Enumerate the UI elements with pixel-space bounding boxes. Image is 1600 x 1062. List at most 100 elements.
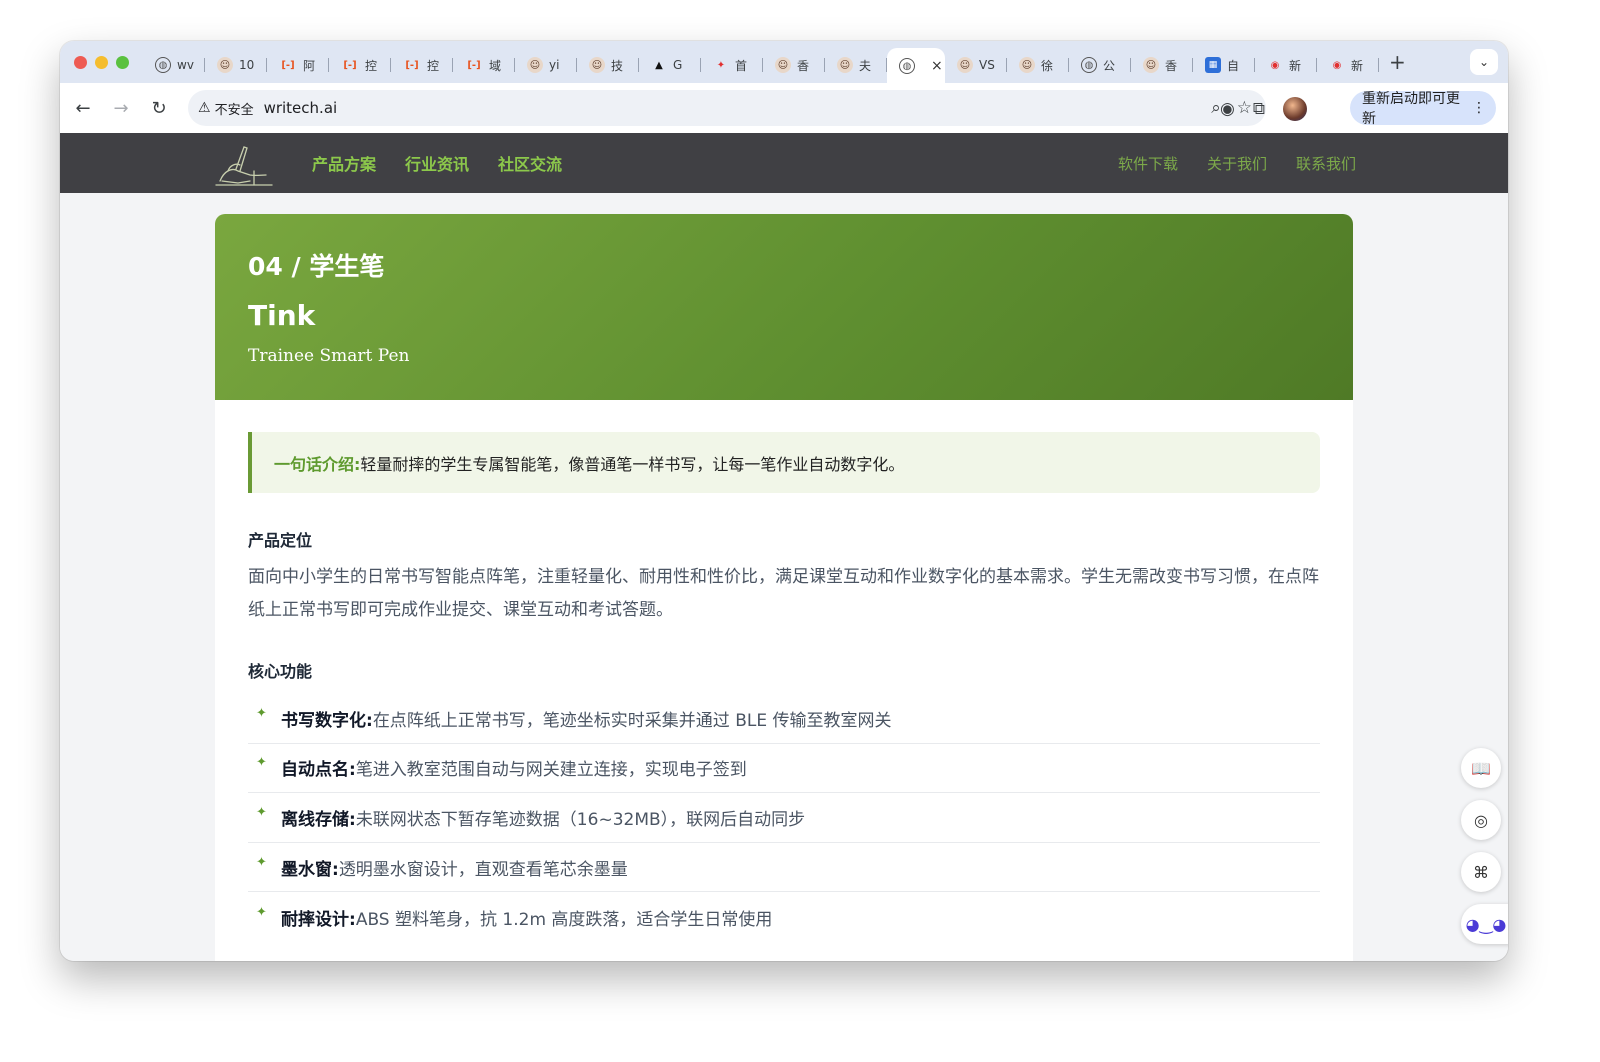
sparkle-icon: ✦ <box>256 755 267 771</box>
maximize-window-button[interactable] <box>116 55 129 69</box>
feature-list: ✦ 书写数字化: 在点阵纸上正常书写，笔迹坐标实时采集并通过 BLE 传输至教室网关… <box>248 694 1320 942</box>
tab-label: 香 <box>797 58 810 73</box>
browser-tab[interactable]: ◍ wv <box>143 49 205 81</box>
nav-link[interactable]: 联系我们 <box>1296 153 1356 174</box>
feature-item: ✦ 墨水窗: 透明墨水窗设计，直观查看笔芯余墨量 <box>248 843 1320 893</box>
globe-icon: ◍ <box>155 57 171 73</box>
book-icon[interactable]: 📖 <box>1461 748 1501 788</box>
address-bar[interactable]: ⚠ 不安全 writech.ai ⌕ ☆ <box>188 90 1266 126</box>
tab-label: 夫 <box>859 58 872 73</box>
nav-link[interactable]: 产品方案 <box>312 151 376 175</box>
flame-icon: ✦ <box>716 59 726 71</box>
product-name: Tink <box>248 299 316 332</box>
globe-icon: ◍ <box>899 58 915 74</box>
browser-tab[interactable]: ▲ G <box>639 49 701 81</box>
sparkle-icon: ✦ <box>256 904 267 920</box>
browser-tab[interactable]: ☺ yi <box>515 49 577 81</box>
browser-tab[interactable]: ☺ 香 <box>763 49 825 81</box>
back-arrow-icon[interactable]: ← <box>64 98 102 119</box>
tab-label: 自 <box>1227 58 1240 73</box>
logo-hand-writing-icon[interactable] <box>210 141 276 187</box>
browser-tab[interactable]: ☺ 徐 <box>1007 49 1069 81</box>
browser-tab[interactable]: ◍ 公 <box>1069 49 1131 81</box>
nav-link[interactable]: 社区交流 <box>498 151 562 175</box>
avatar-icon: ☺ <box>589 57 605 73</box>
browser-tab[interactable]: ◉ 新 <box>1255 49 1317 81</box>
close-window-button[interactable] <box>74 55 87 69</box>
security-label: 不安全 <box>214 102 254 118</box>
tab-strip: ◍ wv ☺ 10 [-] 阿 [-] 控 [-] 控 [-] 域 ☺ yi ☺ 技 ▲ G ✦ 首 ☺ 香 ☺ 夫 ◍ × ☺ VS… <box>60 41 1508 84</box>
feature-item: ✦ 自动点名: 笔进入教室范围自动与网关建立连接，实现电子签到 <box>248 744 1320 794</box>
extensions-puzzle-icon[interactable]: ⧉ <box>1253 99 1265 119</box>
tab-search-chevron-icon[interactable]: ⌄ <box>1470 49 1498 75</box>
browser-tab[interactable]: ☺ 夫 <box>825 49 887 81</box>
page-content: 04 / 学生笔 Tink Trainee Smart Pen 一句话介绍: 轻… <box>60 193 1508 961</box>
site-navbar: 产品方案 行业资讯 社区交流 软件下载 关于我们 联系我们 <box>60 133 1508 193</box>
new-tab-plus-icon[interactable]: + <box>1389 50 1406 74</box>
browser-tab[interactable]: ◉ 新 <box>1317 49 1379 81</box>
window-controls <box>74 55 129 69</box>
browser-tab[interactable]: [-] 控 <box>329 49 391 81</box>
nav-link[interactable]: 软件下载 <box>1118 153 1178 174</box>
intro-text: 轻量耐摔的学生专属智能笔，像普通笔一样书写，让每一笔作业自动数字化。 <box>360 454 905 474</box>
avatar-icon: ☺ <box>957 57 973 73</box>
broadcast-icon[interactable]: ◎ <box>1461 800 1501 840</box>
bracket-icon: [-] <box>405 59 419 71</box>
features-heading: 核心功能 <box>248 662 313 681</box>
update-button[interactable]: 重新启动即可更新 ⋮ <box>1350 91 1496 127</box>
browser-tab[interactable]: [-] 控 <box>391 49 453 81</box>
browser-tab[interactable]: ☺ 香 <box>1131 49 1193 81</box>
product-card: 04 / 学生笔 Tink Trainee Smart Pen 一句话介绍: 轻… <box>215 214 1353 961</box>
feature-title: 耐摔设计: <box>281 909 356 930</box>
nav-link[interactable]: 行业资讯 <box>405 151 469 175</box>
weibo-icon: ◉ <box>1270 59 1280 71</box>
avatar-icon: ☺ <box>1019 57 1035 73</box>
tab-label: 阿 <box>303 58 316 73</box>
reload-icon[interactable]: ↻ <box>140 98 178 119</box>
browser-tab[interactable]: ▦ 自 <box>1193 49 1255 81</box>
url-text[interactable]: writech.ai <box>264 99 338 117</box>
triangle-icon: ▲ <box>655 59 663 71</box>
browser-tab[interactable]: [-] 阿 <box>267 49 329 81</box>
minimize-window-button[interactable] <box>95 55 108 69</box>
sparkle-icon: ✦ <box>256 854 267 870</box>
feature-text: ABS 塑料笔身，抗 1.2m 高度跌落，适合学生日常使用 <box>355 909 773 930</box>
tab-label: 技 <box>611 58 624 73</box>
tab-label: 控 <box>427 58 440 73</box>
floating-toolbar: 📖 ◎ ⌘ ◕‿◕ <box>1461 748 1508 944</box>
browser-tab[interactable]: ☺ 技 <box>577 49 639 81</box>
apps-grid-icon[interactable]: ⌘ <box>1461 852 1501 892</box>
browser-tab[interactable]: ◍ × <box>887 48 945 84</box>
tab-label: 控 <box>365 58 378 73</box>
more-vert-icon[interactable]: ⋮ <box>1472 100 1486 116</box>
product-subtitle: Trainee Smart Pen <box>248 346 410 366</box>
tab-close-icon[interactable]: × <box>931 58 943 74</box>
profile-avatar[interactable] <box>1282 97 1307 121</box>
tab-label: 域 <box>489 58 502 73</box>
browser-window: ◍ wv ☺ 10 [-] 阿 [-] 控 [-] 控 [-] 域 ☺ yi ☺ 技 ▲ G ✦ 首 ☺ 香 ☺ 夫 ◍ × ☺ VS… <box>60 41 1508 961</box>
tab-label: yi <box>549 58 560 72</box>
avatar-icon: ☺ <box>837 57 853 73</box>
weibo-icon: ◉ <box>1332 59 1342 71</box>
product-hero: 04 / 学生笔 Tink Trainee Smart Pen <box>215 214 1353 400</box>
feature-item: ✦ 书写数字化: 在点阵纸上正常书写，笔迹坐标实时采集并通过 BLE 传输至教室网关 <box>248 694 1320 744</box>
browser-tab[interactable]: ☺ VS <box>945 49 1007 81</box>
tab-label: G <box>673 58 683 72</box>
intro-label: 一句话介绍: <box>274 454 361 474</box>
browser-tab[interactable]: ☺ 10 <box>205 49 267 81</box>
extension-robot-icon[interactable]: ◉ <box>1220 99 1235 119</box>
nav-link[interactable]: 关于我们 <box>1207 153 1267 174</box>
avatar-icon: ☺ <box>775 57 791 73</box>
assistant-robot-icon[interactable]: ◕‿◕ <box>1461 904 1508 944</box>
blue-square-icon: ▦ <box>1205 57 1221 73</box>
warning-triangle-icon: ⚠ <box>198 100 211 116</box>
feature-text: 未联网状态下暂存笔迹数据（16~32MB），联网后自动同步 <box>355 809 806 830</box>
security-indicator[interactable]: ⚠ 不安全 <box>198 99 264 118</box>
browser-tab[interactable]: ✦ 首 <box>701 49 763 81</box>
forward-arrow-icon[interactable]: → <box>102 98 140 119</box>
tab-label: 香 <box>1165 58 1178 73</box>
browser-tab[interactable]: [-] 域 <box>453 49 515 81</box>
tab-label: 新 <box>1351 58 1364 73</box>
tab-label: 10 <box>239 58 255 72</box>
feature-title: 书写数字化: <box>281 710 373 731</box>
